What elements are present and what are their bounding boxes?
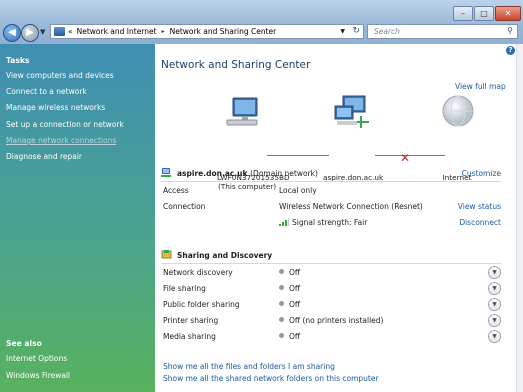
see-also-heading: See also [6,339,42,348]
disconnect-link[interactable]: Disconnect [459,218,501,227]
public-folder-status-group: Off [279,300,300,309]
sharing-row-printer: Printer sharing Off (no printers install… [161,312,501,328]
network-section-title-group: aspire.don.ac.uk (Domain network) [177,169,318,178]
search-placeholder[interactable]: Search [374,27,400,36]
sidebar: Tasks View computers and devices Connect… [0,44,155,392]
signal-strength-icon [279,218,289,226]
customize-link[interactable]: Customize [462,169,501,178]
control-panel-icon [54,27,65,36]
public-folder-label: Public folder sharing [163,300,240,309]
sharing-section-header: Sharing and Discovery [161,248,501,264]
minimize-button[interactable]: – [453,6,473,21]
sharing-section-title: Sharing and Discovery [177,251,273,260]
network-row-connection: Connection Wireless Network Connection (… [161,198,501,214]
chevron-down-icon[interactable]: ▼ [488,266,501,279]
search-box[interactable]: Search ⚲ [367,24,518,39]
chevron-down-icon[interactable]: ▼ [488,330,501,343]
network-section-icon [161,168,171,177]
breadcrumb-network-internet[interactable]: Network and Internet [77,27,157,36]
window-controls: – □ ✕ [452,6,521,21]
sidebar-diagnose-and-repair[interactable]: Diagnose and repair [6,152,82,161]
printer-sharing-value: Off (no printers installed) [289,316,384,325]
file-sharing-label: File sharing [163,284,206,293]
breadcrumb-separator[interactable]: ▸ [162,28,165,35]
chevron-down-icon[interactable]: ▼ [488,298,501,311]
network-icon[interactable] [333,94,373,132]
sidebar-internet-options[interactable]: Internet Options [6,354,67,363]
sharing-section-icon [161,250,172,259]
tasks-heading: Tasks [6,56,30,65]
printer-sharing-status-group: Off (no printers installed) [279,316,383,325]
breadcrumb-network-sharing-center[interactable]: Network and Sharing Center [170,27,277,36]
sidebar-windows-firewall[interactable]: Windows Firewall [6,371,70,380]
network-section-header: aspire.don.ac.uk (Domain network) Custom… [161,166,501,182]
chevron-down-icon[interactable]: ▼ [488,314,501,327]
network-section-type: (Domain network) [250,169,318,178]
status-dot-icon [279,317,284,322]
window-titlebar: – □ ✕ ◀ ▶ ▼ « Network and Internet ▸ Net… [0,0,523,44]
maximize-button[interactable]: □ [474,6,494,21]
network-details-section: aspire.don.ac.uk (Domain network) Custom… [161,166,501,230]
sidebar-manage-network-connections[interactable]: Manage network connections [6,136,116,145]
main-content: ? Network and Sharing Center View full m… [155,44,523,392]
network-discovery-value: Off [289,268,301,277]
sharing-row-file-sharing: File sharing Off ▼ [161,280,501,296]
sidebar-view-computers-and-devices[interactable]: View computers and devices [6,71,114,80]
view-status-link[interactable]: View status [458,202,501,211]
disconnected-x-icon: ✕ [400,151,411,165]
access-label: Access [163,186,189,195]
connection-value: Wireless Network Connection (Resnet) [279,202,423,211]
connection-label: Connection [163,202,206,211]
signal-strength-value: Signal strength: Fair [292,218,368,227]
status-dot-icon [279,269,284,274]
sidebar-connect-to-a-network[interactable]: Connect to a network [6,87,87,96]
access-value: Local only [279,186,317,195]
bottom-links: Show me all the files and folders I am s… [163,362,379,386]
recent-pages-dropdown[interactable]: ▼ [40,28,45,36]
sharing-row-public-folder: Public folder sharing Off ▼ [161,296,501,312]
network-discovery-label: Network discovery [163,268,233,277]
file-sharing-value: Off [289,284,301,293]
show-shared-files-link[interactable]: Show me all the files and folders I am s… [163,362,379,371]
address-dropdown-icon[interactable]: ▼ [340,28,345,35]
printer-sharing-label: Printer sharing [163,316,219,325]
chevron-down-icon[interactable]: ▼ [488,282,501,295]
refresh-icon[interactable]: ↻ [352,26,360,36]
page-title: Network and Sharing Center [161,59,311,71]
forward-button[interactable]: ▶ [21,24,39,42]
sidebar-manage-wireless-networks[interactable]: Manage wireless networks [6,103,105,112]
network-section-name: aspire.don.ac.uk [177,169,248,178]
address-bar[interactable]: « Network and Internet ▸ Network and Sha… [50,24,364,39]
link-line-computer-network [267,155,329,156]
internet-globe-icon[interactable] [440,93,476,129]
address-prefix[interactable]: « [68,27,73,36]
network-row-access: Access Local only [161,182,501,198]
media-sharing-label: Media sharing [163,332,216,341]
search-icon[interactable]: ⚲ [507,26,513,35]
close-button[interactable]: ✕ [495,6,521,21]
sharing-row-media: Media sharing Off ▼ [161,328,501,344]
status-dot-icon [279,333,284,338]
sharing-row-network-discovery: Network discovery Off ▼ [161,264,501,280]
media-sharing-status-group: Off [279,332,300,341]
file-sharing-status-group: Off [279,284,300,293]
sidebar-set-up-connection[interactable]: Set up a connection or network [6,120,124,129]
computer-icon[interactable] [225,96,263,130]
media-sharing-value: Off [289,332,301,341]
sharing-discovery-section: Sharing and Discovery Network discovery … [161,248,501,344]
signal-strength-group: Signal strength: Fair [279,218,367,227]
status-dot-icon [279,301,284,306]
status-dot-icon [279,285,284,290]
network-discovery-status-group: Off [279,268,300,277]
show-shared-folders-link[interactable]: Show me all the shared network folders o… [163,374,379,383]
help-icon[interactable]: ? [506,46,515,55]
network-row-signal: Signal strength: Fair Disconnect [161,214,501,230]
back-button[interactable]: ◀ [3,24,21,42]
public-folder-value: Off [289,300,301,309]
